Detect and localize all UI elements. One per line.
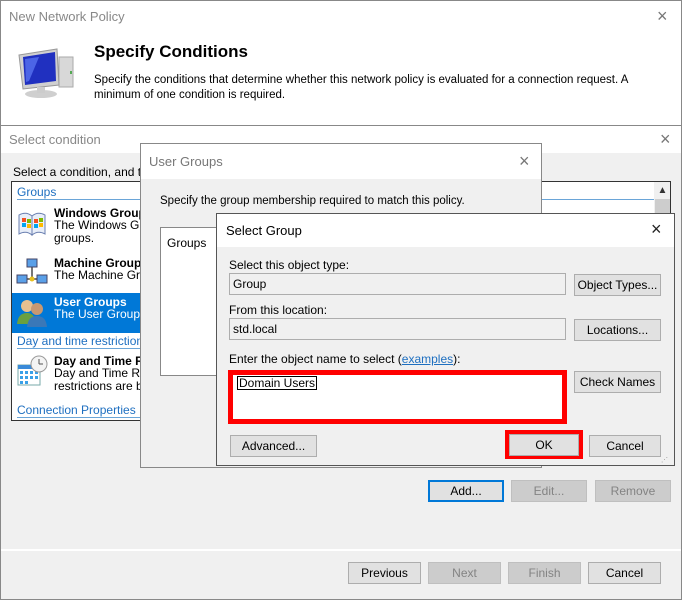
select-group-dialog: Select Group × Select this object type: … [216, 213, 675, 466]
previous-button[interactable]: Previous [348, 562, 421, 584]
object-name-input[interactable]: Domain Users [228, 370, 567, 424]
machine-groups-icon [16, 258, 48, 284]
groups-column-header: Groups [167, 236, 207, 250]
separator [1, 549, 681, 551]
advanced-button[interactable]: Advanced... [230, 435, 317, 457]
computer-monitor-icon [18, 48, 74, 98]
object-types-button[interactable]: Object Types... [574, 274, 661, 296]
user-groups-description: Specify the group membership required to… [160, 195, 465, 207]
condition-item-day-time[interactable]: Day and Time Restrictions Day and Time R… [12, 352, 641, 393]
next-button[interactable]: Next [428, 562, 501, 584]
condition-item-windows-groups[interactable]: Windows Groups The Windows Groups condit… [12, 204, 656, 245]
object-type-field: Group [229, 273, 566, 295]
resize-grip-icon[interactable]: ⋰ [661, 456, 669, 464]
wizard-window: New Network Policy × Specify Conditions … [0, 0, 682, 126]
check-names-button[interactable]: Check Names [574, 371, 661, 393]
add-button[interactable]: Add... [428, 480, 504, 502]
location-field: std.local [229, 318, 566, 340]
object-name-label: Enter the object name to select (example… [229, 352, 461, 366]
remove-button[interactable]: Remove [595, 480, 671, 502]
page-title: Specify Conditions [94, 42, 248, 61]
cancel-button[interactable]: Cancel [589, 435, 661, 457]
object-name-value: Domain Users [237, 376, 318, 390]
select-group-titlebar: Select Group × [217, 214, 674, 247]
close-icon[interactable]: × [519, 151, 530, 172]
edit-button[interactable]: Edit... [511, 480, 587, 502]
ok-button[interactable]: OK [509, 434, 579, 456]
condition-item-machine-groups[interactable]: Machine Groups The Machine Groups condit… [12, 254, 656, 294]
user-groups-icon [17, 300, 47, 327]
select-condition-title: Select condition [9, 132, 101, 147]
windows-groups-icon [18, 212, 46, 237]
wizard-title: New Network Policy [9, 9, 125, 24]
page-description: Specify the conditions that determine wh… [94, 74, 628, 101]
location-label: From this location: [229, 303, 328, 317]
examples-link[interactable]: examples [402, 352, 453, 366]
object-type-label: Select this object type: [229, 258, 350, 272]
close-icon[interactable]: × [660, 129, 671, 150]
select-group-title: Select Group [226, 223, 302, 238]
close-icon[interactable]: × [651, 219, 662, 240]
wizard-close-icon[interactable]: × [657, 6, 668, 27]
user-groups-titlebar: User Groups × [141, 144, 541, 179]
scroll-up-icon[interactable]: ▲ [654, 182, 670, 199]
user-groups-title: User Groups [149, 154, 223, 169]
condition-item-user-groups[interactable]: User Groups The User Groups condition sp… [12, 293, 609, 333]
finish-button[interactable]: Finish [508, 562, 581, 584]
calendar-clock-icon [17, 355, 48, 386]
locations-button[interactable]: Locations... [574, 319, 661, 341]
wizard-cancel-button[interactable]: Cancel [588, 562, 661, 584]
